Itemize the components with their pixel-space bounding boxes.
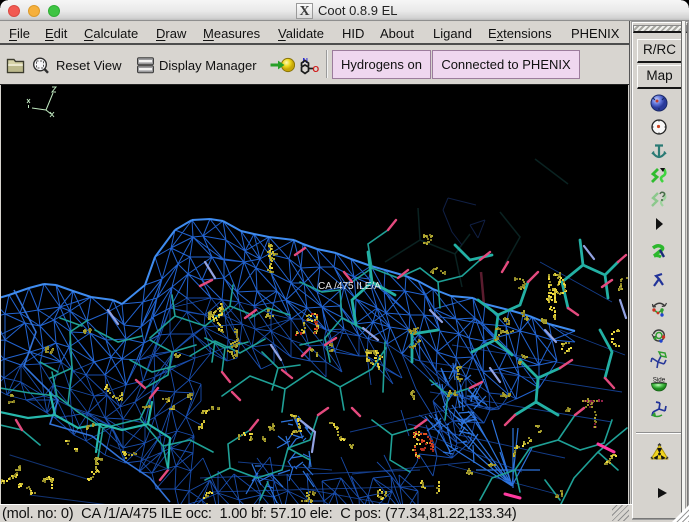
svg-text:O: O: [313, 64, 320, 74]
svg-text:CA /475 ILE/A: CA /475 ILE/A: [318, 281, 381, 292]
svg-text:Side: Side: [653, 377, 666, 384]
